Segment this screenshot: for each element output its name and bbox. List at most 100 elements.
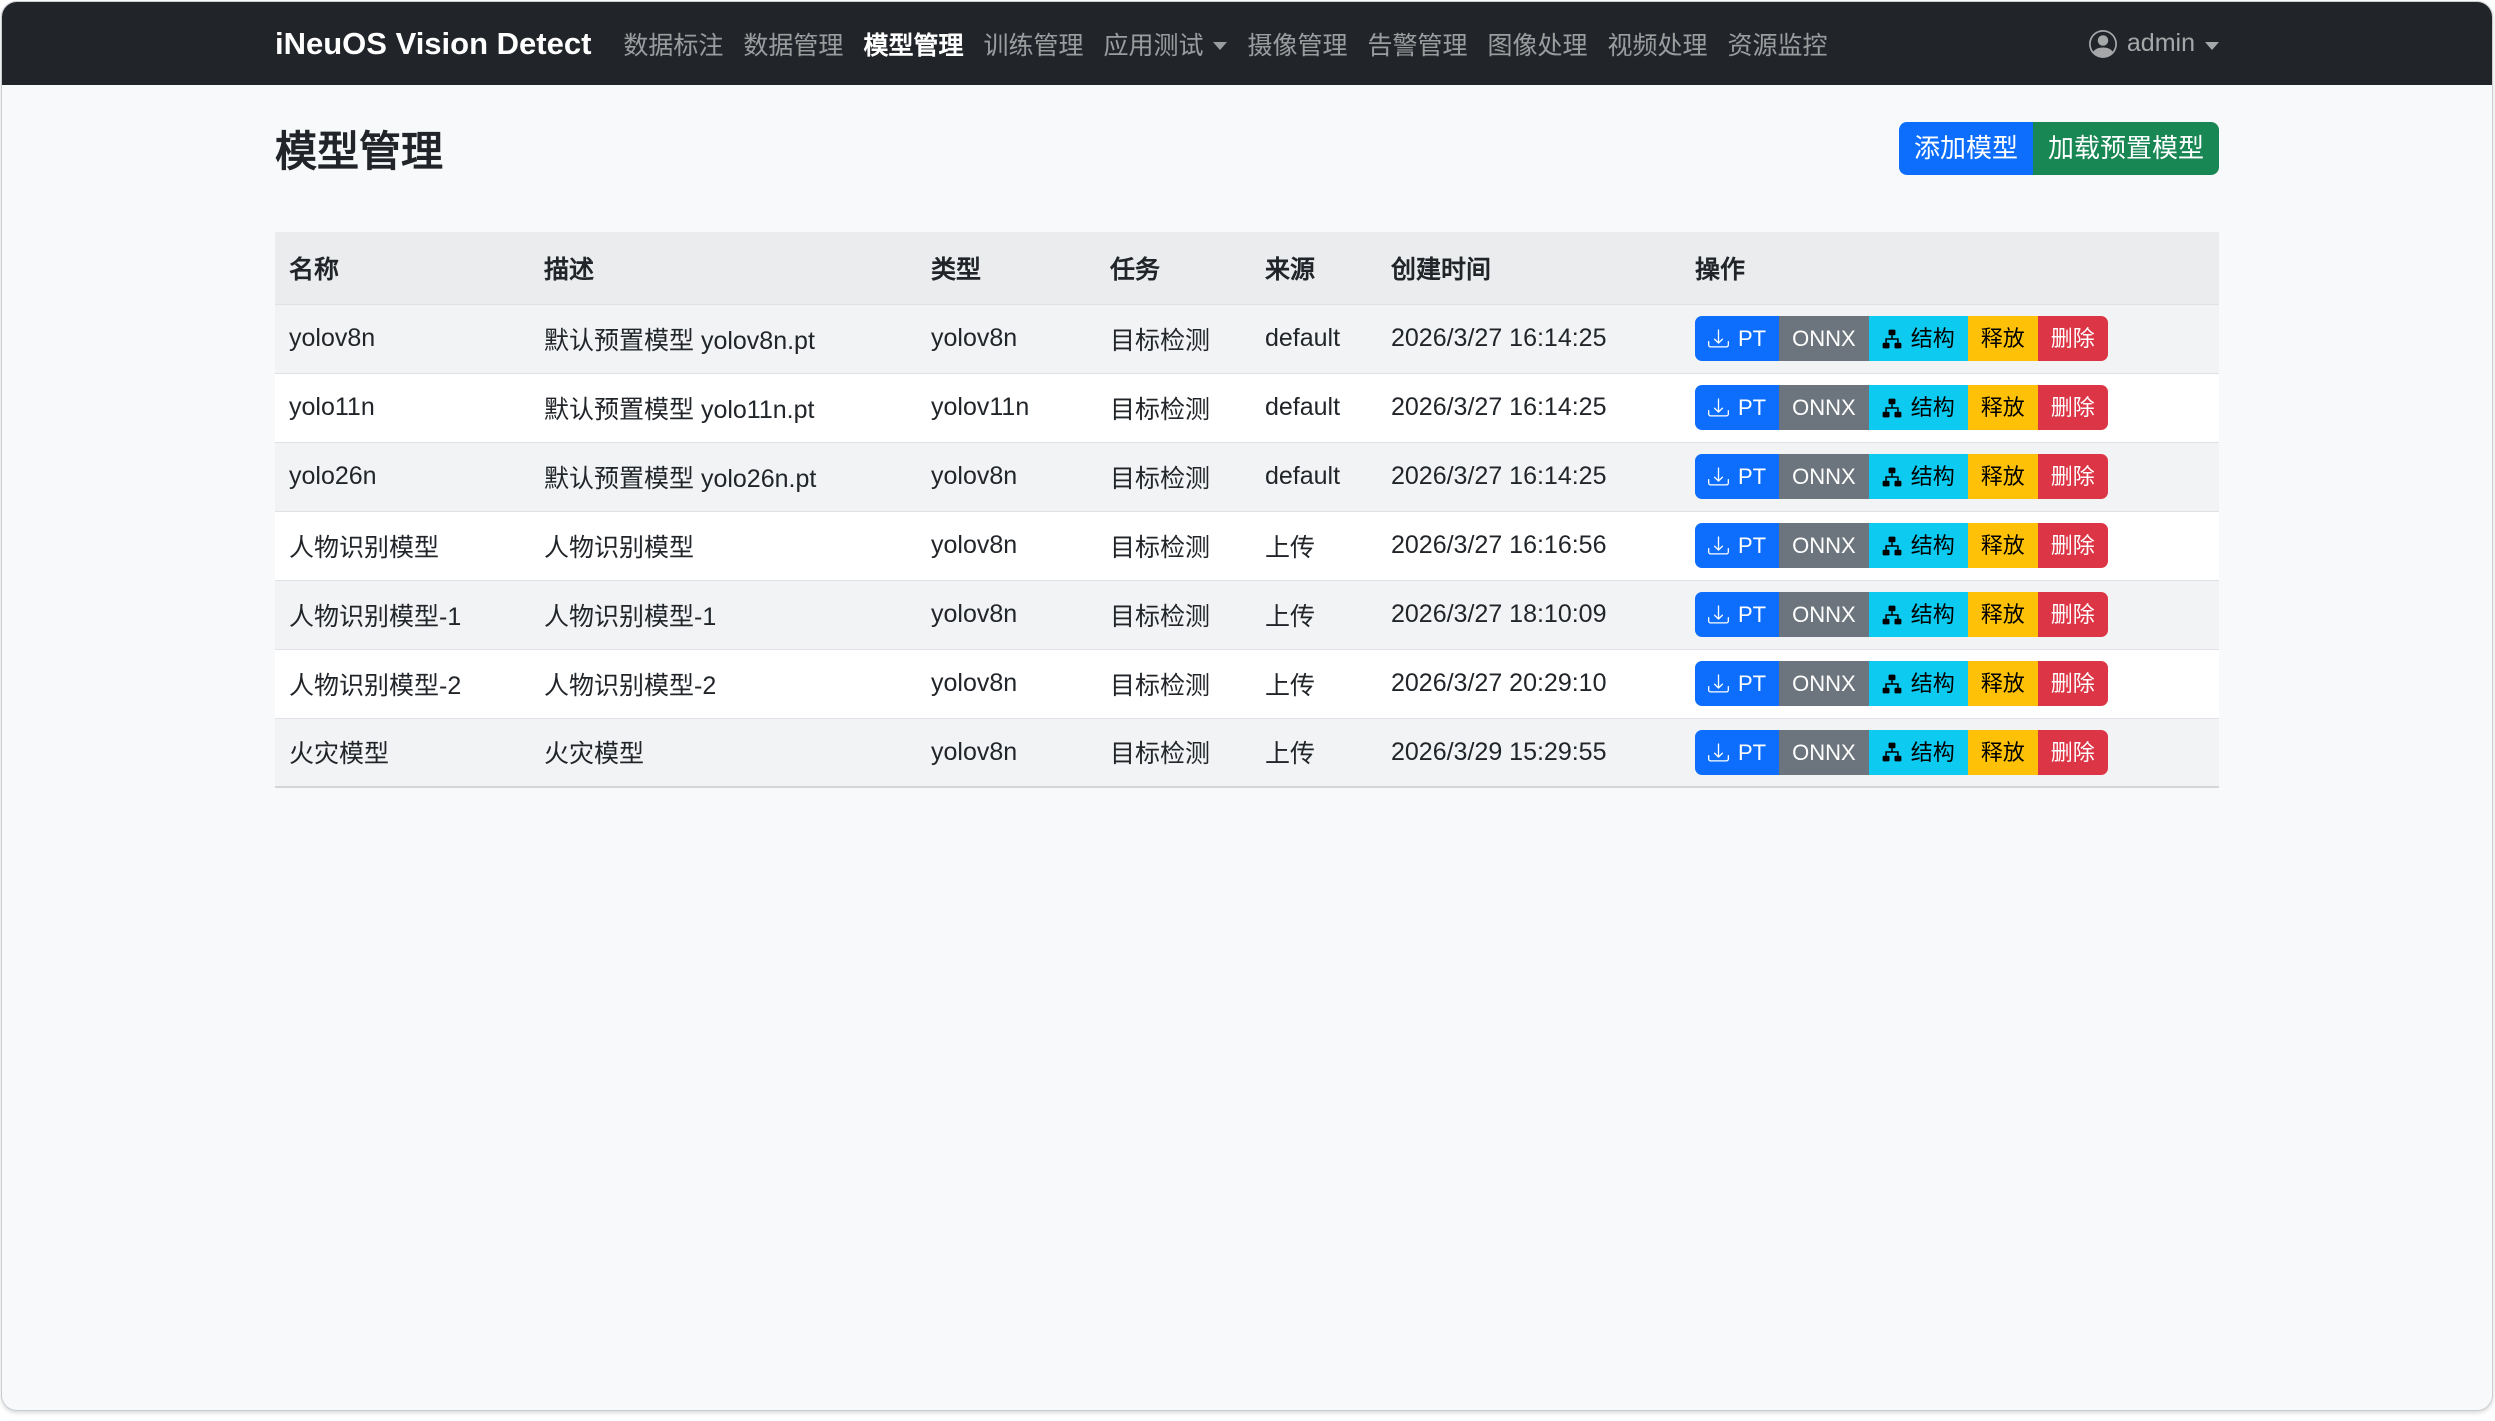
release-button[interactable]: 释放	[1968, 316, 2038, 361]
cell-task: 目标检测	[1096, 373, 1251, 442]
button-label: ONNX	[1792, 598, 1856, 631]
delete-button[interactable]: 删除	[2038, 523, 2108, 568]
release-button[interactable]: 释放	[1968, 523, 2038, 568]
diagram-icon	[1882, 605, 1902, 625]
brand[interactable]: iNeuOS Vision Detect	[275, 26, 591, 62]
release-button[interactable]: 释放	[1968, 592, 2038, 637]
row-actions-group: PTONNX结构释放删除	[1695, 523, 2108, 568]
nav-item-camera-management[interactable]: 摄像管理	[1237, 26, 1357, 62]
nav-item-data-annotation[interactable]: 数据标注	[613, 26, 733, 62]
cell-name: yolo11n	[275, 373, 530, 442]
nav-item-app-test[interactable]: 应用测试	[1093, 26, 1237, 62]
release-button[interactable]: 释放	[1968, 454, 2038, 499]
cell-task: 目标检测	[1096, 511, 1251, 580]
cell-actions: PT ONNX 结构释放删除	[1681, 442, 2219, 511]
column-header-actions: 操作	[1681, 232, 2219, 304]
diagram-icon	[1882, 536, 1902, 556]
nav-item-model-management[interactable]: 模型管理	[853, 26, 973, 62]
structure-button[interactable]: 结构	[1869, 661, 1968, 706]
button-label: 释放	[1981, 391, 2025, 424]
cell-description: 默认预置模型 yolov8n.pt	[530, 304, 917, 373]
structure-button[interactable]: 结构	[1869, 523, 1968, 568]
button-label: ONNX	[1792, 460, 1856, 493]
structure-button[interactable]: 结构	[1869, 316, 1968, 361]
release-button[interactable]: 释放	[1968, 730, 2038, 775]
structure-button[interactable]: 结构	[1869, 592, 1968, 637]
delete-button[interactable]: 删除	[2038, 661, 2108, 706]
download-onnx-button[interactable]: ONNX	[1779, 316, 1869, 361]
cell-task: 目标检测	[1096, 718, 1251, 787]
button-label: 结构	[1911, 460, 1955, 493]
user-menu[interactable]: admin	[2089, 29, 2219, 58]
navbar: iNeuOS Vision Detect 数据标注数据管理模型管理训练管理应用测…	[2, 2, 2492, 85]
column-header-description: 描述	[530, 232, 917, 304]
delete-button[interactable]: 删除	[2038, 730, 2108, 775]
nav-item-label: 告警管理	[1368, 26, 1468, 62]
nav-item-label: 图像处理	[1488, 26, 1588, 62]
page-actions-group: 添加模型加载预置模型	[1899, 122, 2219, 176]
column-header-source: 来源	[1251, 232, 1377, 304]
nav-item-alarm-management[interactable]: 告警管理	[1358, 26, 1478, 62]
download-icon	[1708, 604, 1729, 625]
add-model-button[interactable]: 添加模型	[1899, 122, 2033, 176]
structure-button[interactable]: 结构	[1869, 385, 1968, 430]
cell-source: 上传	[1251, 511, 1377, 580]
nav-item-data-management[interactable]: 数据管理	[733, 26, 853, 62]
load-preset-models-button[interactable]: 加载预置模型	[2033, 122, 2219, 176]
button-label: 删除	[2051, 529, 2095, 562]
table-header-row: 名称描述类型任务来源创建时间操作	[275, 232, 2219, 304]
cell-description: 默认预置模型 yolo11n.pt	[530, 373, 917, 442]
page-title: 模型管理	[275, 118, 443, 179]
download-pt-button[interactable]: PT	[1695, 661, 1779, 706]
download-onnx-button[interactable]: ONNX	[1779, 385, 1869, 430]
download-pt-button[interactable]: PT	[1695, 592, 1779, 637]
structure-button[interactable]: 结构	[1869, 454, 1968, 499]
download-pt-button[interactable]: PT	[1695, 454, 1779, 499]
nav-item-image-processing[interactable]: 图像处理	[1478, 26, 1598, 62]
button-label: PT	[1738, 391, 1766, 424]
button-label: ONNX	[1792, 736, 1856, 769]
button-label: 释放	[1981, 736, 2025, 769]
cell-name: 人物识别模型	[275, 511, 530, 580]
delete-button[interactable]: 删除	[2038, 454, 2108, 499]
download-onnx-button[interactable]: ONNX	[1779, 730, 1869, 775]
download-pt-button[interactable]: PT	[1695, 385, 1779, 430]
cell-source: 上传	[1251, 580, 1377, 649]
nav-item-resource-monitor[interactable]: 资源监控	[1718, 26, 1838, 62]
cell-actions: PT ONNX 结构释放删除	[1681, 373, 2219, 442]
table-row: 人物识别模型-2人物识别模型-2yolov8n目标检测上传2026/3/27 2…	[275, 649, 2219, 718]
download-onnx-button[interactable]: ONNX	[1779, 523, 1869, 568]
download-pt-button[interactable]: PT	[1695, 316, 1779, 361]
button-label: PT	[1738, 322, 1766, 355]
download-onnx-button[interactable]: ONNX	[1779, 661, 1869, 706]
diagram-icon	[1882, 398, 1902, 418]
cell-actions: PTONNX结构释放删除	[1681, 649, 2219, 718]
delete-button[interactable]: 删除	[2038, 385, 2108, 430]
cell-name: 火灾模型	[275, 718, 530, 787]
button-label: 结构	[1911, 736, 1955, 769]
structure-button[interactable]: 结构	[1869, 730, 1968, 775]
button-label: PT	[1738, 598, 1766, 631]
download-pt-button[interactable]: PT	[1695, 523, 1779, 568]
release-button[interactable]: 释放	[1968, 385, 2038, 430]
download-icon	[1708, 397, 1729, 418]
cell-task: 目标检测	[1096, 304, 1251, 373]
nav-item-label: 摄像管理	[1247, 26, 1347, 62]
cell-type: yolov8n	[917, 442, 1096, 511]
nav-item-label: 训练管理	[983, 26, 1083, 62]
cell-task: 目标检测	[1096, 580, 1251, 649]
delete-button[interactable]: 删除	[2038, 592, 2108, 637]
download-onnx-button[interactable]: ONNX	[1779, 454, 1869, 499]
cell-actions: PT ONNX结构释放删除	[1681, 304, 2219, 373]
button-label: 删除	[2051, 736, 2095, 769]
button-label: 结构	[1911, 391, 1955, 424]
diagram-icon	[1882, 674, 1902, 694]
release-button[interactable]: 释放	[1968, 661, 2038, 706]
cell-name: 人物识别模型-2	[275, 649, 530, 718]
cell-created_at: 2026/3/27 18:10:09	[1377, 580, 1681, 649]
nav-item-training-management[interactable]: 训练管理	[973, 26, 1093, 62]
download-onnx-button[interactable]: ONNX	[1779, 592, 1869, 637]
delete-button[interactable]: 删除	[2038, 316, 2108, 361]
nav-item-video-processing[interactable]: 视频处理	[1598, 26, 1718, 62]
download-pt-button[interactable]: PT	[1695, 730, 1779, 775]
